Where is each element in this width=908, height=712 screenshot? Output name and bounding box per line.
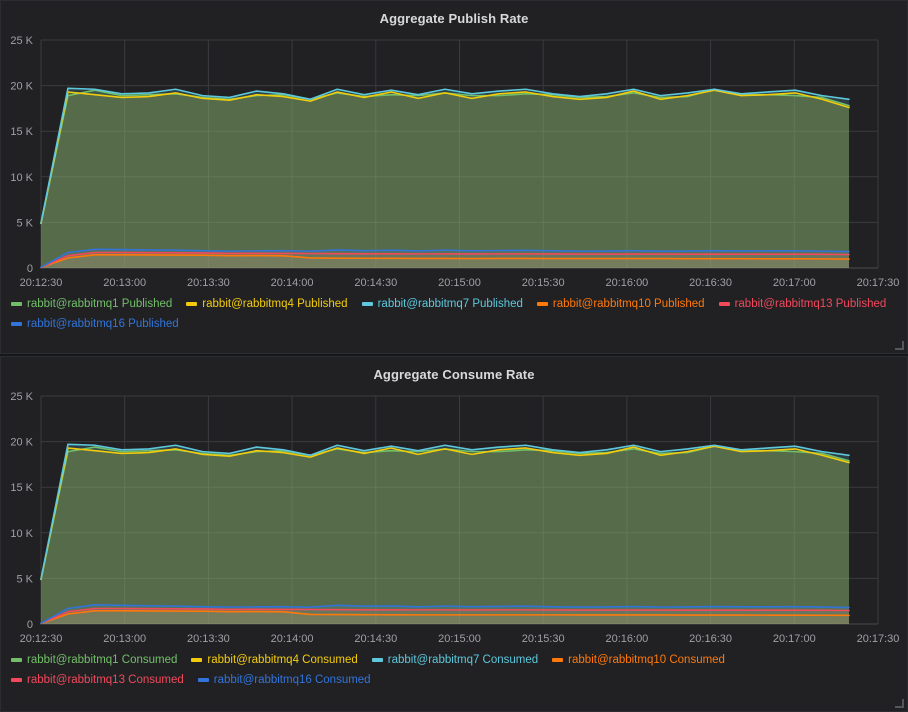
panel-aggregate-consume-rate[interactable]: Aggregate Consume Rate 0 5 K 10 K 15 K 20 K 2… xyxy=(0,356,908,712)
legend-item-label: rabbit@rabbitmq7 Published xyxy=(378,298,523,311)
legend-color-swatch-icon xyxy=(11,322,22,326)
x-axis-tick-label: 20:14:00 xyxy=(271,633,314,645)
legend-item-label: rabbit@rabbitmq16 Published xyxy=(27,318,179,331)
y-axis-tick-label: 15 K xyxy=(10,482,33,494)
x-axis-tick-label: 20:15:00 xyxy=(438,277,481,289)
legend-item[interactable]: rabbit@rabbitmq1 Published xyxy=(11,294,172,314)
x-axis-tick-label: 20:16:00 xyxy=(605,277,648,289)
y-axis-tick-label: 20 K xyxy=(10,437,33,449)
legend-item[interactable]: rabbit@rabbitmq4 Consumed xyxy=(191,650,357,670)
x-axis-tick-label: 20:13:30 xyxy=(187,633,230,645)
legend-color-swatch-icon xyxy=(191,658,202,662)
consume-rate-chart[interactable]: 0 5 K 10 K 15 K 20 K 25 K 20:12:30 20:13:00 20:1… xyxy=(1,384,908,646)
y-axis-tick-label: 25 K xyxy=(10,35,33,47)
legend-color-swatch-icon xyxy=(198,678,209,682)
x-axis-tick-label: 20:16:30 xyxy=(689,633,732,645)
y-axis-tick-label: 0 xyxy=(27,619,33,631)
legend-item-label: rabbit@rabbitmq13 Consumed xyxy=(27,674,184,687)
legend-item-label: rabbit@rabbitmq16 Consumed xyxy=(214,674,371,687)
legend-item[interactable]: rabbit@rabbitmq7 Consumed xyxy=(372,650,538,670)
panel-aggregate-publish-rate[interactable]: Aggregate Publish Rate 0 5 K 10 K 15 K 20 K 2… xyxy=(0,0,908,354)
legend-color-swatch-icon xyxy=(11,658,22,662)
legend-item-label: rabbit@rabbitmq10 Consumed xyxy=(568,654,725,667)
series-area xyxy=(41,88,849,268)
x-axis-tick-label: 20:13:00 xyxy=(103,277,146,289)
x-axis-tick-label: 20:17:30 xyxy=(857,277,900,289)
grafana-dashboard: Aggregate Publish Rate 0 5 K 10 K 15 K 20 K 2… xyxy=(0,0,908,712)
x-axis-tick-label: 20:12:30 xyxy=(20,633,63,645)
legend-publish[interactable]: rabbit@rabbitmq1 Published rabbit@rabbitm… xyxy=(1,290,907,334)
legend-item[interactable]: rabbit@rabbitmq13 Consumed xyxy=(11,670,184,690)
y-axis-tick-label: 5 K xyxy=(16,217,33,229)
plot-area-publish[interactable]: 0 5 K 10 K 15 K 20 K 25 K 20:12:30 20:13:00 20:1… xyxy=(1,28,908,290)
y-axis-tick-label: 25 K xyxy=(10,391,33,403)
legend-item-label: rabbit@rabbitmq10 Published xyxy=(553,298,705,311)
y-axis-tick-label: 5 K xyxy=(16,573,33,585)
x-axis-tick-label: 20:16:30 xyxy=(689,277,732,289)
x-axis-tick-label: 20:12:30 xyxy=(20,277,63,289)
panel-title[interactable]: Aggregate Publish Rate xyxy=(1,1,907,28)
y-axis-tick-label: 10 K xyxy=(10,528,33,540)
legend-color-swatch-icon xyxy=(552,658,563,662)
y-axis-tick-label: 20 K xyxy=(10,81,33,93)
legend-color-swatch-icon xyxy=(537,302,548,306)
y-axis-tick-label: 0 xyxy=(27,263,33,275)
x-axis-tick-label: 20:17:00 xyxy=(773,277,816,289)
x-axis-tick-label: 20:15:30 xyxy=(522,633,565,645)
legend-item[interactable]: rabbit@rabbitmq1 Consumed xyxy=(11,650,177,670)
legend-item[interactable]: rabbit@rabbitmq16 Consumed xyxy=(198,670,371,690)
x-axis-tick-label: 20:15:00 xyxy=(438,633,481,645)
x-axis-tick-label: 20:13:30 xyxy=(187,277,230,289)
legend-item-label: rabbit@rabbitmq1 Consumed xyxy=(27,654,177,667)
legend-item[interactable]: rabbit@rabbitmq7 Published xyxy=(362,294,523,314)
legend-item[interactable]: rabbit@rabbitmq4 Published xyxy=(186,294,347,314)
panel-resize-handle[interactable] xyxy=(895,341,905,351)
legend-item-label: rabbit@rabbitmq1 Published xyxy=(27,298,172,311)
x-axis-tick-label: 20:17:00 xyxy=(773,633,816,645)
legend-color-swatch-icon xyxy=(719,302,730,306)
legend-consume[interactable]: rabbit@rabbitmq1 Consumed rabbit@rabbitmq… xyxy=(1,646,907,690)
x-axis-tick-label: 20:14:30 xyxy=(354,277,397,289)
legend-item[interactable]: rabbit@rabbitmq10 Published xyxy=(537,294,705,314)
legend-color-swatch-icon xyxy=(11,678,22,682)
panel-resize-handle[interactable] xyxy=(895,699,905,709)
legend-color-swatch-icon xyxy=(186,302,197,306)
plot-area-consume[interactable]: 0 5 K 10 K 15 K 20 K 25 K 20:12:30 20:13:00 20:1… xyxy=(1,384,908,646)
legend-item[interactable]: rabbit@rabbitmq16 Published xyxy=(11,314,179,334)
legend-item[interactable]: rabbit@rabbitmq10 Consumed xyxy=(552,650,725,670)
series-area xyxy=(41,444,849,624)
legend-color-swatch-icon xyxy=(362,302,373,306)
x-axis-tick-label: 20:15:30 xyxy=(522,277,565,289)
x-axis-tick-label: 20:14:00 xyxy=(271,277,314,289)
legend-item-label: rabbit@rabbitmq7 Consumed xyxy=(388,654,538,667)
legend-color-swatch-icon xyxy=(372,658,383,662)
x-axis-tick-label: 20:16:00 xyxy=(605,633,648,645)
y-axis-tick-label: 10 K xyxy=(10,172,33,184)
legend-item-label: rabbit@rabbitmq4 Published xyxy=(202,298,347,311)
x-axis-tick-label: 20:13:00 xyxy=(103,633,146,645)
legend-item[interactable]: rabbit@rabbitmq13 Published xyxy=(719,294,887,314)
legend-item-label: rabbit@rabbitmq4 Consumed xyxy=(207,654,357,667)
x-axis-tick-label: 20:14:30 xyxy=(354,633,397,645)
y-axis-tick-label: 15 K xyxy=(10,126,33,138)
publish-rate-chart[interactable]: 0 5 K 10 K 15 K 20 K 25 K 20:12:30 20:13:00 20:1… xyxy=(1,28,908,290)
x-axis-tick-label: 20:17:30 xyxy=(857,633,900,645)
legend-item-label: rabbit@rabbitmq13 Published xyxy=(735,298,887,311)
legend-color-swatch-icon xyxy=(11,302,22,306)
panel-title[interactable]: Aggregate Consume Rate xyxy=(1,357,907,384)
